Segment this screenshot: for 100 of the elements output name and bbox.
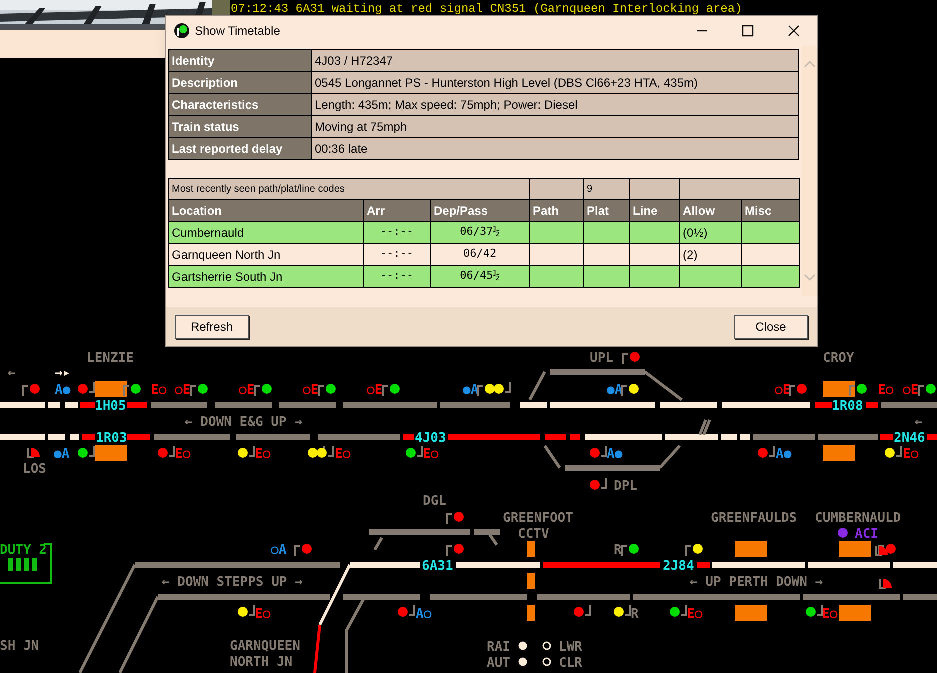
signal-marker: E○ <box>255 447 271 462</box>
signal-icon <box>398 605 415 617</box>
signal-marker: E○ <box>175 447 191 462</box>
track-block <box>823 381 855 397</box>
field-label: Train status <box>168 116 312 138</box>
table-cell: Most recently seen path/plat/line codes <box>168 178 530 200</box>
shunt-signal-icon <box>875 546 888 556</box>
field-value: 00:36 late <box>312 138 798 160</box>
signal-icon <box>190 384 208 396</box>
indicator-label: AUT <box>487 656 510 671</box>
table-cell: (2) <box>680 244 742 266</box>
signal-marker: ○E <box>175 383 191 398</box>
signal-marker: E○ <box>423 447 439 462</box>
track-block <box>95 381 127 397</box>
track-label: GREENFOOT <box>503 511 574 526</box>
status-dot <box>838 528 848 538</box>
train-id: 4J03 <box>415 431 446 446</box>
duty-label: DUTY 2 <box>0 543 47 558</box>
track-block <box>527 573 535 589</box>
signal-icon <box>849 384 867 396</box>
track-label: R <box>614 543 622 558</box>
signal-app-icon <box>174 23 190 39</box>
scroll-up-icon[interactable] <box>802 60 816 69</box>
track-label: CUMBERNAULD <box>815 511 902 526</box>
signal-marker: A○ <box>416 607 432 622</box>
column-header: Allow <box>680 200 742 222</box>
signal-marker: ○E <box>303 383 319 398</box>
signal-icon <box>918 384 936 396</box>
signal-icon <box>621 544 639 556</box>
field-value: 0545 Longannet PS - Hunterston High Level (DBS Cl66+23 HTA, 435m) <box>312 72 798 94</box>
signal-marker: ○E <box>903 383 919 398</box>
field-value: 4J03 / H72347 <box>312 50 798 72</box>
signal-marker: ○E <box>239 383 255 398</box>
signal-icon <box>494 382 511 394</box>
table-cell: Garnqueen North Jn <box>168 244 364 266</box>
signal-icon <box>885 446 902 458</box>
signal-icon <box>574 605 591 617</box>
field-value: Length: 435m; Max speed: 75mph; Power: Diesel <box>312 94 798 116</box>
track-label: CROY <box>823 351 854 366</box>
signal-icon <box>78 446 95 458</box>
signal-marker: E○ <box>822 607 838 622</box>
track-block <box>95 445 127 461</box>
signal-marker: E○ <box>335 447 351 462</box>
track-block <box>527 541 535 557</box>
track-label: GREENFAULDS <box>711 511 798 526</box>
signal-marker: ●A <box>463 383 479 398</box>
signal-marker: ○A <box>271 543 287 558</box>
signal-marker: ○E <box>367 383 383 398</box>
signal-icon <box>317 446 334 458</box>
signal-icon <box>238 605 255 617</box>
signal-marker: A● <box>607 447 623 462</box>
track-label: ← DOWN E&G UP → <box>185 415 302 430</box>
scrollbar[interactable] <box>802 46 817 296</box>
column-header: Misc <box>742 200 800 222</box>
signal-icon <box>406 446 423 458</box>
window-title: Show Timetable <box>195 23 280 40</box>
track-label: ← <box>915 415 923 430</box>
train-id: 2N46 <box>894 431 926 446</box>
signal-icon <box>254 384 272 396</box>
track-block <box>735 605 767 621</box>
column-header: Location <box>168 200 364 222</box>
scroll-down-icon[interactable] <box>802 273 816 282</box>
shunt-signal-icon <box>879 579 892 589</box>
field-value: Moving at 75mph <box>312 116 798 138</box>
column-header: Plat <box>584 200 630 222</box>
track-label: DGL <box>423 494 446 509</box>
track-label: LENZIE <box>87 351 134 366</box>
close-button[interactable]: Close <box>734 314 808 338</box>
table-cell: 9 <box>584 178 630 200</box>
status-label: ACI <box>855 527 878 542</box>
track-label: GARNQUEEN <box>230 639 300 654</box>
signal-icon <box>22 384 40 396</box>
train-id: 1H05 <box>95 399 126 414</box>
signal-icon <box>878 544 896 556</box>
train-id: 2J84 <box>663 559 694 574</box>
track-label: DPL <box>614 479 638 494</box>
field-label: Last reported delay <box>168 138 312 160</box>
refresh-button[interactable]: Refresh <box>175 314 249 338</box>
signal-icon <box>806 605 823 617</box>
signal-marker: A● <box>55 383 71 398</box>
signal-icon <box>158 446 175 458</box>
track-label: ← <box>8 366 16 381</box>
column-header: Line <box>630 200 680 222</box>
track-block <box>823 445 855 461</box>
signal-marker: E○ <box>903 447 919 462</box>
duty-panel <box>0 543 52 584</box>
signal-icon <box>590 446 607 458</box>
signal-icon <box>685 544 703 556</box>
indicator-label: LWR <box>559 640 582 655</box>
signal-marker: E○ <box>878 383 894 398</box>
log-line: 07:12:43 6A31 waiting at red signal CN351 (Garnqueen Interlocking area) <box>231 2 742 16</box>
track-label: ← UP PERTH DOWN → <box>690 575 824 590</box>
signal-icon <box>446 544 464 556</box>
indicator-label: CLR <box>559 656 582 671</box>
track-label: UPL <box>590 351 614 366</box>
signal-icon <box>789 384 807 396</box>
field-label: Characteristics <box>168 94 312 116</box>
column-header: Dep/Pass <box>430 200 530 222</box>
signal-marker: E○ <box>151 383 167 398</box>
signal-icon <box>621 384 639 396</box>
